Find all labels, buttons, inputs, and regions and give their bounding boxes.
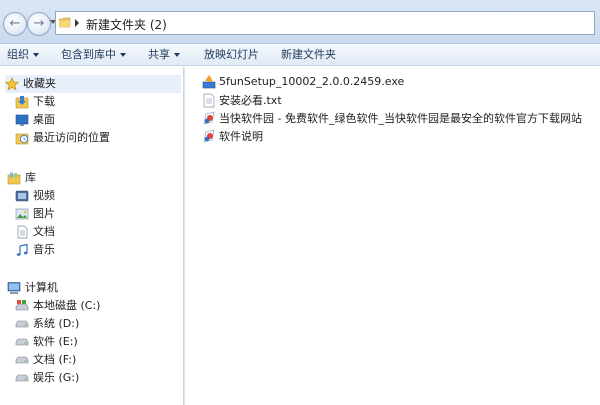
new-folder-label: 新建文件夹 — [281, 48, 336, 61]
library-icon — [7, 172, 21, 185]
nav-item-desktop-label: 桌面 — [33, 113, 55, 126]
system-drive-icon — [15, 300, 29, 311]
file-name: 当快软件园 - 免费软件_绿色软件_当快软件园是最安全的软件官方下载网站 — [219, 112, 582, 125]
installer-icon — [202, 75, 216, 89]
hard-drive-icon — [15, 374, 29, 382]
computer-icon — [7, 282, 21, 294]
nav-item-downloads-label: 下载 — [33, 95, 55, 108]
file-name: 5funSetup_10002_2.0.0.2459.exe — [219, 75, 405, 88]
video-library-icon — [15, 190, 29, 202]
breadcrumb-current-folder[interactable]: 新建文件夹 (2) — [86, 16, 167, 33]
nav-favorites[interactable]: 收藏夹 — [5, 75, 181, 93]
star-icon — [5, 77, 19, 91]
back-arrow-icon: ← — [9, 16, 21, 31]
chevron-down-icon — [33, 53, 39, 57]
hard-drive-icon — [15, 338, 29, 346]
hard-drive-icon — [15, 320, 29, 328]
include-in-library-label: 包含到库中 — [61, 48, 116, 61]
organize-menu[interactable]: 组织 — [7, 44, 39, 65]
hard-drive-icon — [15, 356, 29, 364]
nav-item-drive-d-label: 系统 (D:) — [33, 317, 80, 330]
folder-icon — [59, 17, 71, 28]
picture-library-icon — [15, 208, 29, 220]
breadcrumb-arrow-icon[interactable] — [75, 19, 79, 27]
nav-item-drive-g-label: 娱乐 (G:) — [33, 371, 80, 384]
text-file-icon — [203, 93, 215, 108]
nav-item-recent-places-label: 最近访问的位置 — [33, 131, 110, 144]
navigation-pane[interactable]: 收藏夹 下载 桌面 最近访问的位置 库 视频 图片 文档 音乐 计算机 本地磁盘… — [0, 67, 183, 405]
address-bar[interactable]: 新建文件夹 (2) — [55, 11, 595, 35]
chevron-down-icon — [120, 53, 126, 57]
file-list[interactable]: 5funSetup_10002_2.0.0.2459.exe 安装必看.txt … — [186, 67, 600, 405]
nav-item-music-label: 音乐 — [33, 243, 55, 256]
internet-shortcut-icon — [203, 111, 215, 125]
new-folder-button[interactable]: 新建文件夹 — [281, 44, 336, 65]
back-button[interactable]: ← — [3, 12, 27, 36]
internet-shortcut-icon — [203, 129, 215, 143]
file-name: 安装必看.txt — [219, 94, 282, 107]
desktop-icon — [15, 114, 29, 126]
nav-item-videos-label: 视频 — [33, 189, 55, 202]
share-menu[interactable]: 共享 — [148, 44, 180, 65]
downloads-folder-icon — [15, 96, 29, 109]
music-library-icon — [16, 243, 28, 256]
chevron-down-icon — [174, 53, 180, 57]
forward-button[interactable]: → — [27, 12, 51, 36]
nav-item-drive-f-label: 文档 (F:) — [33, 353, 77, 366]
nav-item-drive-c-label: 本地磁盘 (C:) — [33, 299, 101, 312]
document-library-icon — [17, 225, 28, 239]
include-in-library-menu[interactable]: 包含到库中 — [61, 44, 126, 65]
nav-libraries-label: 库 — [25, 171, 36, 184]
nav-item-drive-e-label: 软件 (E:) — [33, 335, 78, 348]
forward-arrow-icon: → — [33, 16, 45, 31]
nav-favorites-label: 收藏夹 — [23, 77, 56, 90]
address-bar-area: ← → 新建文件夹 (2) — [0, 0, 600, 44]
nav-item-documents-label: 文档 — [33, 225, 55, 238]
pane-splitter[interactable] — [183, 67, 185, 405]
organize-label: 组织 — [7, 48, 29, 61]
nav-computer-label: 计算机 — [25, 281, 58, 294]
file-name: 软件说明 — [219, 130, 263, 143]
slideshow-label: 放映幻灯片 — [204, 48, 259, 61]
recent-places-icon — [15, 133, 29, 145]
nav-item-pictures-label: 图片 — [33, 207, 55, 220]
slideshow-button[interactable]: 放映幻灯片 — [204, 44, 259, 65]
share-label: 共享 — [148, 48, 170, 61]
command-bar: 组织 包含到库中 共享 放映幻灯片 新建文件夹 — [0, 44, 600, 66]
